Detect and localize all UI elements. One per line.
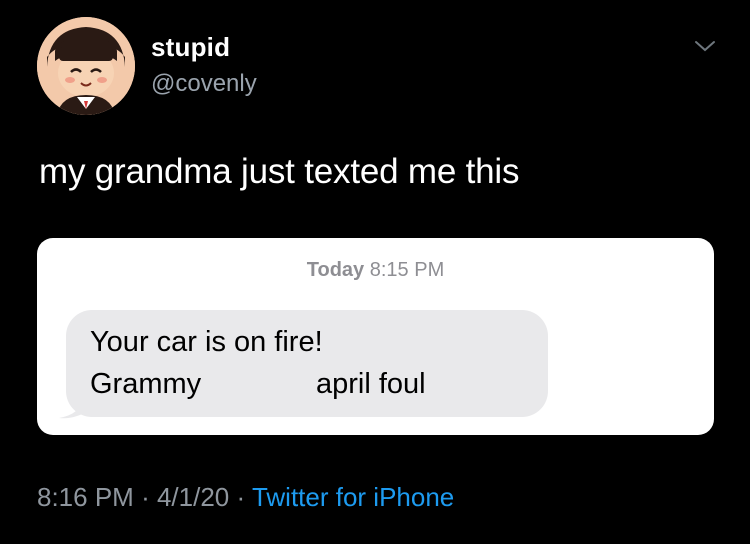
tweet-date: 4/1/20 xyxy=(156,482,230,512)
message-extra-text: april foul xyxy=(316,368,426,400)
chevron-down-icon[interactable] xyxy=(694,38,716,54)
display-name[interactable]: stupid xyxy=(151,32,230,63)
tweet-time: 8:16 PM xyxy=(37,482,134,512)
message-timestamp: Today 8:15 PM xyxy=(37,259,714,282)
avatar-image xyxy=(37,17,135,115)
embedded-message-screenshot[interactable]: Today 8:15 PM Your car is on fire! Gramm… xyxy=(37,238,714,435)
tweet-metadata: 8:16 PM · 4/1/20 · Twitter for iPhone xyxy=(37,482,454,513)
separator: · xyxy=(236,482,246,512)
timestamp-day: Today xyxy=(306,259,365,281)
timestamp-time: 8:15 PM xyxy=(369,259,445,281)
avatar[interactable] xyxy=(37,17,135,115)
tweet-source-link[interactable]: Twitter for iPhone xyxy=(252,482,454,512)
tweet-text: my grandma just texted me this xyxy=(39,152,520,191)
message-bubble: Your car is on fire! Grammy april foul xyxy=(66,310,548,417)
message-text: Your car is on fire! xyxy=(90,326,323,358)
separator: · xyxy=(141,482,150,512)
message-signature: Grammy xyxy=(90,368,202,400)
user-handle[interactable]: @covenly xyxy=(151,70,257,98)
